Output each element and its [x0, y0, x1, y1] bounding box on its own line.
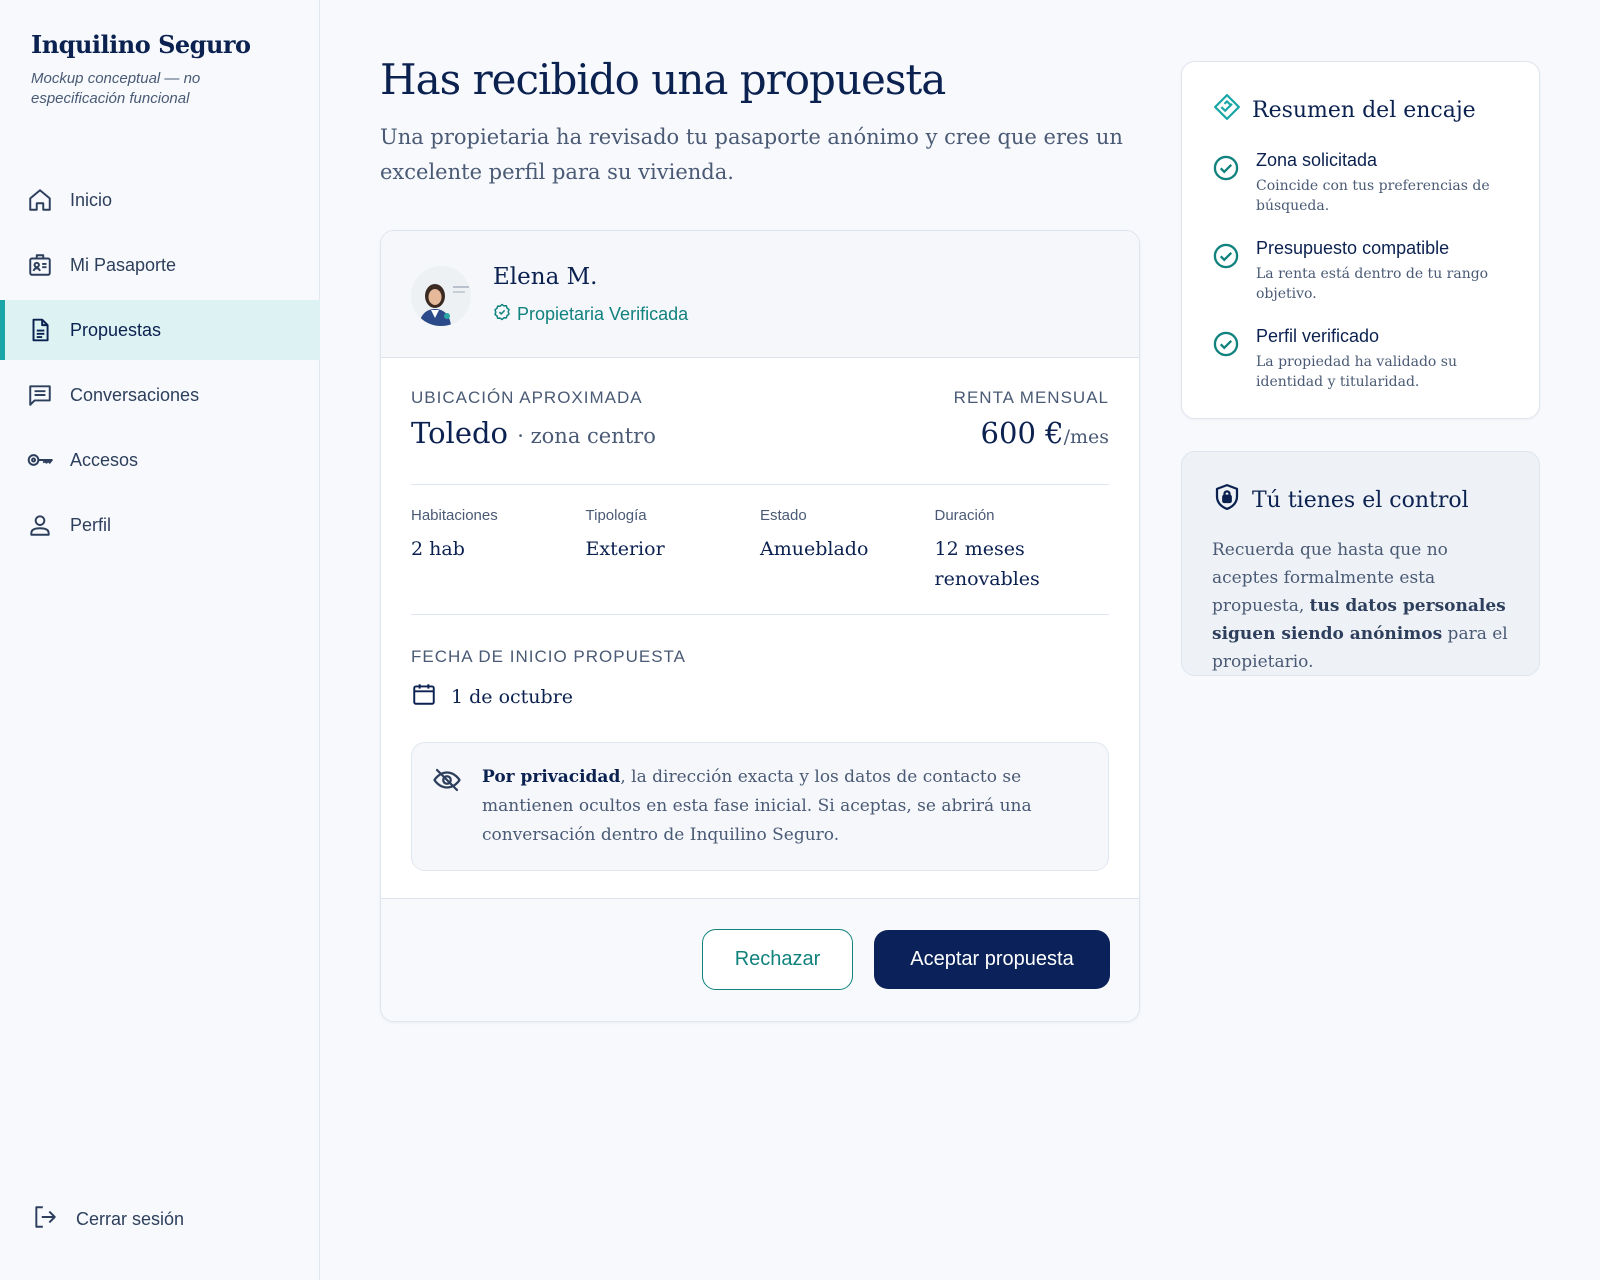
reject-button[interactable]: Rechazar	[702, 929, 853, 990]
spec-value: 12 meses renovables	[934, 538, 1040, 590]
check-circle-icon	[1212, 238, 1242, 304]
check-circle-icon	[1212, 150, 1242, 216]
verified-check-icon	[493, 303, 511, 326]
sidebar-item-label: Conversaciones	[70, 384, 200, 405]
privacy-notice: Por privacidad, la dirección exacta y lo…	[411, 742, 1109, 871]
match-item-desc: La renta está dentro de tu rango objetiv…	[1256, 266, 1489, 302]
privacy-text: Por privacidad, la dirección exacta y lo…	[482, 763, 1088, 850]
property-specs: Habitaciones 2 hab Tipología Exterior Es…	[411, 485, 1109, 614]
spec-label: Duración	[934, 507, 995, 524]
card-actions: Rechazar Aceptar propuesta	[381, 898, 1139, 1021]
location-block: UBICACIÓN APROXIMADA Toledo · zona centr…	[411, 388, 656, 450]
match-title: Resumen del encaje	[1252, 97, 1476, 123]
page-title: Has recibido una propuesta	[380, 55, 946, 104]
match-summary-card: Resumen del encaje Zona solicitada Coinc…	[1181, 61, 1540, 419]
rent-block: RENTA MENSUAL 600 €/mes	[954, 388, 1109, 450]
accept-button[interactable]: Aceptar propuesta	[874, 930, 1110, 989]
rent-period: /mes	[1063, 426, 1109, 448]
sidebar-item-accesos[interactable]: Accesos	[0, 430, 320, 490]
sidebar-item-label: Perfil	[70, 514, 112, 535]
spec-tipologia: Tipología Exterior	[586, 507, 761, 594]
match-item: Perfil verificado La propiedad ha valida…	[1212, 326, 1509, 392]
match-item-desc: Coincide con tus preferencias de búsqued…	[1256, 178, 1490, 214]
spec-estado: Estado Amueblado	[760, 507, 935, 594]
sidebar-item-label: Propuestas	[70, 319, 162, 340]
rent-label: RENTA MENSUAL	[953, 388, 1109, 407]
sidebar-item-label: Mi Pasaporte	[70, 254, 177, 275]
main-header: Has recibido una propuesta Una propietar…	[380, 55, 1140, 190]
control-title: Tú tienes el control	[1252, 487, 1469, 513]
sidebar-nav: Inicio Mi Pasaporte Propuestas Conversac…	[0, 170, 320, 560]
match-item-title: Zona solicitada	[1256, 150, 1378, 170]
spec-label: Tipología	[585, 507, 647, 524]
start-date-value: 1 de octubre	[451, 685, 574, 708]
logout-label: Cerrar sesión	[76, 1209, 185, 1229]
chat-icon	[26, 381, 54, 409]
proposal-card: Elena M. Propietaria Verificada UBICACIÓ…	[380, 230, 1140, 1022]
control-card: Tú tienes el control Recuerda que hasta …	[1181, 451, 1540, 676]
logout-button[interactable]: Cerrar sesión	[32, 1204, 184, 1235]
spec-value: Exterior	[585, 538, 665, 560]
handshake-icon	[1212, 92, 1242, 128]
eye-off-icon	[432, 765, 462, 800]
sidebar-item-conversaciones[interactable]: Conversaciones	[0, 365, 320, 425]
brand: Inquilino Seguro Mockup conceptual — no …	[31, 30, 261, 109]
control-text: Recuerda que hasta que no aceptes formal…	[1212, 536, 1509, 676]
calendar-icon	[411, 681, 437, 712]
match-item-desc: La propiedad ha validado su identidad y …	[1256, 354, 1457, 390]
shield-lock-icon	[1212, 482, 1242, 518]
privacy-bold: Por privacidad	[482, 767, 621, 787]
sidebar-item-label: Inicio	[70, 189, 113, 210]
spec-value: 2 hab	[411, 538, 465, 560]
proposal-details: UBICACIÓN APROXIMADA Toledo · zona centr…	[381, 358, 1139, 871]
sidebar-item-label: Accesos	[70, 449, 139, 470]
home-icon	[26, 186, 54, 214]
sidebar-item-inicio[interactable]: Inicio	[0, 170, 320, 230]
match-item: Presupuesto compatible La renta está den…	[1212, 238, 1509, 304]
spec-duracion: Duración 12 meses renovables	[935, 507, 1110, 594]
owner-header: Elena M. Propietaria Verificada	[381, 231, 1139, 358]
spec-habitaciones: Habitaciones 2 hab	[411, 507, 586, 594]
location-label: UBICACIÓN APROXIMADA	[411, 388, 643, 407]
spec-label: Estado	[760, 507, 807, 524]
rent-amount: 600 €	[980, 416, 1064, 450]
location-zone: · zona centro	[517, 424, 656, 448]
logout-icon	[32, 1204, 58, 1235]
sidebar-item-mi-pasaporte[interactable]: Mi Pasaporte	[0, 235, 320, 295]
brand-title[interactable]: Inquilino Seguro	[31, 30, 261, 59]
id-badge-icon	[26, 251, 54, 279]
sidebar-item-propuestas[interactable]: Propuestas	[0, 300, 320, 360]
match-item-title: Perfil verificado	[1256, 326, 1380, 346]
key-icon	[26, 446, 54, 474]
match-item: Zona solicitada Coincide con tus prefere…	[1212, 150, 1509, 216]
brand-subtitle: Mockup conceptual — no especificación fu…	[31, 70, 201, 107]
spec-value: Amueblado	[760, 538, 869, 560]
sidebar: Inquilino Seguro Mockup conceptual — no …	[0, 0, 320, 1280]
location-city: Toledo	[411, 416, 509, 450]
spec-label: Habitaciones	[411, 507, 498, 524]
match-item-title: Presupuesto compatible	[1256, 238, 1450, 258]
verified-badge: Propietaria Verificada	[493, 303, 688, 326]
user-icon	[26, 511, 54, 539]
location-value: Toledo · zona centro	[411, 416, 656, 450]
avatar[interactable]	[411, 266, 471, 326]
verified-label: Propietaria Verificada	[517, 304, 689, 324]
start-date-label: FECHA DE INICIO PROPUESTA	[411, 647, 687, 666]
start-date-block: FECHA DE INICIO PROPUESTA 1 de octubre	[411, 615, 1109, 712]
rent-value: 600 €/mes	[954, 416, 1109, 450]
owner-name: Elena M.	[493, 264, 598, 290]
check-circle-icon	[1212, 326, 1242, 392]
document-icon	[26, 316, 54, 344]
sidebar-item-perfil[interactable]: Perfil	[0, 495, 320, 555]
page-subtitle: Una propietaria ha revisado tu pasaporte…	[380, 125, 1123, 184]
